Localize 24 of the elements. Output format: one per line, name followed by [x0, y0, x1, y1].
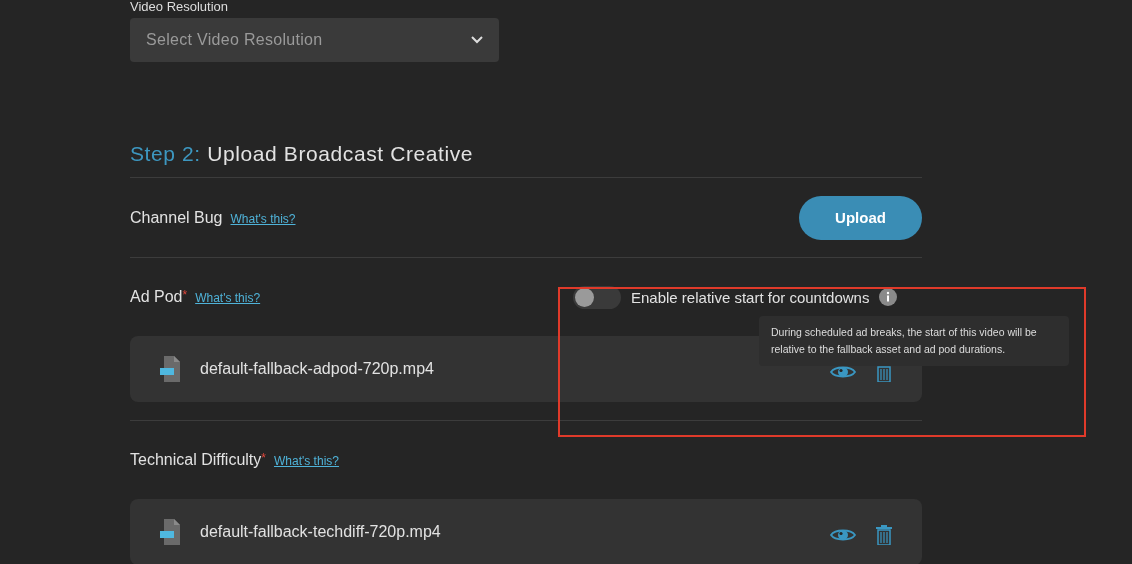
- file-icon: [160, 356, 182, 382]
- resolution-dropdown[interactable]: Select Video Resolution: [130, 18, 499, 62]
- info-icon[interactable]: [879, 288, 898, 306]
- toggle-label: Enable relative start for countdowns: [631, 288, 870, 306]
- required-mark: *: [261, 451, 266, 465]
- asset-label: Technical Difficulty: [130, 451, 262, 469]
- step-heading: Step 2: Upload Broadcast Creative: [130, 141, 475, 167]
- trash-icon[interactable]: [876, 525, 892, 545]
- upload-button[interactable]: Upload: [799, 195, 922, 240]
- file-name: default-fallback-adpod-720p.mp4: [200, 360, 435, 378]
- eye-icon[interactable]: [830, 364, 856, 380]
- chevron-down-icon: [471, 36, 483, 44]
- tooltip: During scheduled ad breaks, the start of this video will be relative to the fallback asset and ad pod durations.: [759, 315, 1069, 366]
- file-name: default-fallback-techdiff-720p.mp4: [200, 523, 442, 541]
- file-icon: [160, 519, 182, 545]
- asset-label: Ad Pod: [130, 288, 183, 306]
- whats-this-link[interactable]: What's this?: [230, 211, 296, 226]
- whats-this-link[interactable]: What's this?: [195, 291, 261, 305]
- whats-this-link[interactable]: What's this?: [274, 454, 339, 468]
- field-label: Video Resolution: [130, 0, 230, 14]
- eye-icon[interactable]: [830, 527, 856, 543]
- required-mark: *: [182, 288, 188, 302]
- asset-label: Channel Bug: [130, 208, 223, 227]
- toggle-switch[interactable]: [573, 285, 621, 309]
